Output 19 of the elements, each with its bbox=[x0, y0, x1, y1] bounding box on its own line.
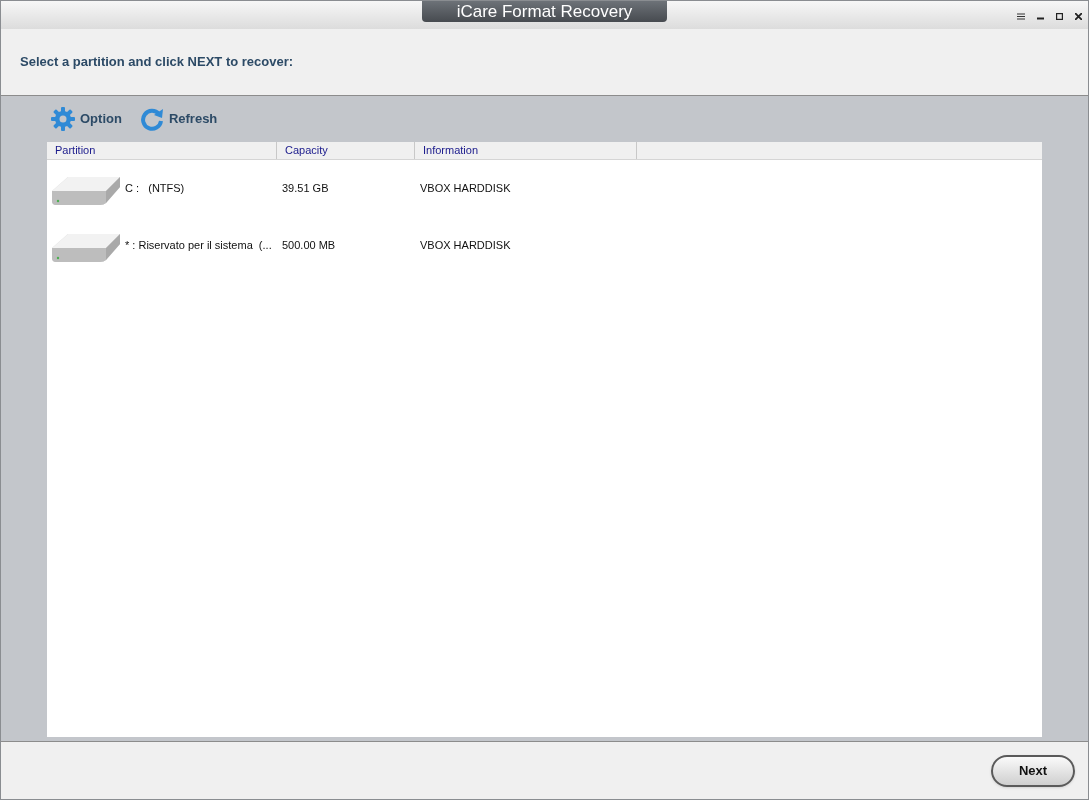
next-button[interactable]: Next bbox=[991, 754, 1075, 787]
column-header[interactable]: Capacity bbox=[277, 142, 415, 159]
toolbar-button-label[interactable]: Option bbox=[80, 109, 122, 129]
menu-icon[interactable] bbox=[1017, 13, 1025, 20]
gear-icon bbox=[51, 107, 75, 131]
toolbar-button-label[interactable]: Refresh bbox=[168, 109, 218, 129]
table-cell: 500.00 MB bbox=[282, 239, 336, 252]
partition-name: C : (NTFS) bbox=[125, 181, 185, 197]
table-cell: 39.51 GB bbox=[282, 182, 329, 195]
partition-name: * : Riservato per il sistema (... bbox=[125, 238, 272, 254]
table-cell: VBOX HARDDISK bbox=[420, 182, 511, 195]
column-header[interactable]: Partition bbox=[47, 142, 277, 159]
instruction-text: Select a partition and click NEXT to recover: bbox=[20, 53, 294, 72]
table-cell: VBOX HARDDISK bbox=[420, 239, 511, 252]
close-icon[interactable] bbox=[1075, 13, 1082, 20]
refresh-icon bbox=[139, 107, 164, 131]
maximize-icon[interactable] bbox=[1056, 13, 1063, 20]
column-header[interactable]: Information bbox=[415, 142, 637, 159]
window-title: iCare Format Recovery bbox=[422, 1, 667, 22]
